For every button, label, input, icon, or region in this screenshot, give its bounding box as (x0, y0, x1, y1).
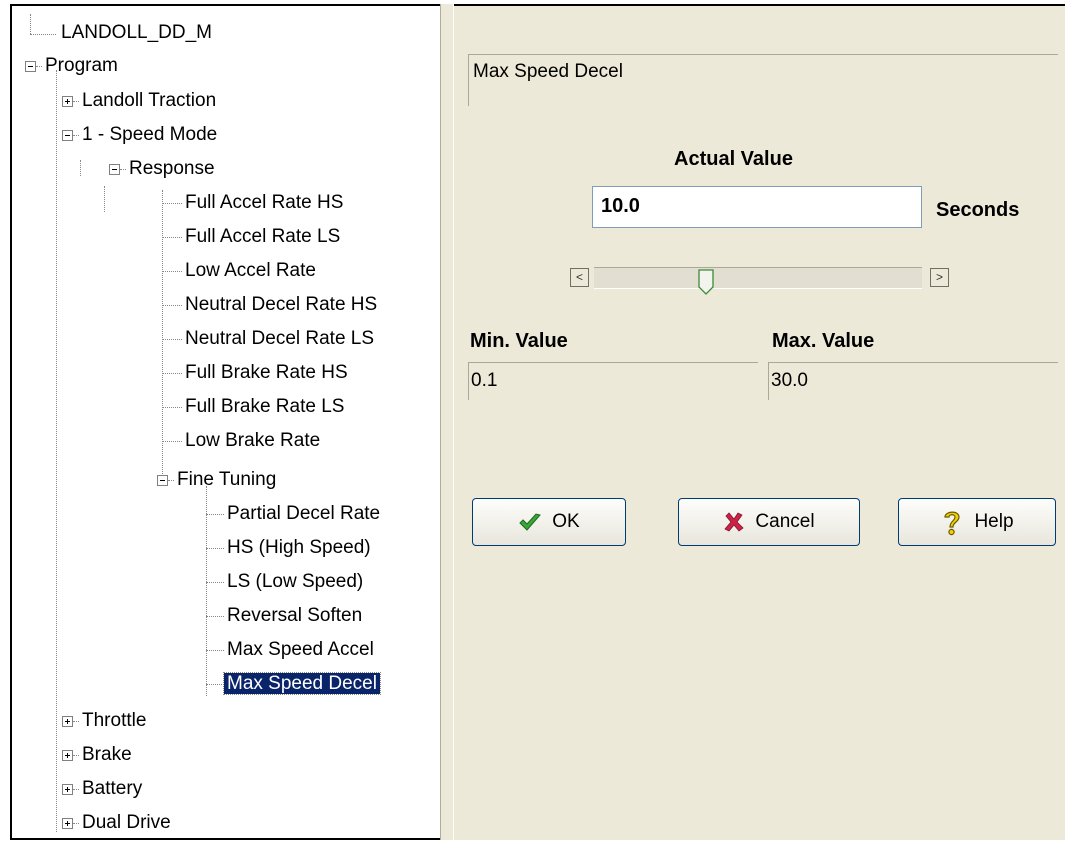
min-value-field: 0.1 (468, 362, 758, 400)
tree-node-battery[interactable]: Battery (79, 775, 145, 803)
expand-toggle-icon[interactable] (62, 750, 73, 761)
tree-node-dual-drive[interactable]: Dual Drive (79, 809, 174, 837)
tree-node-fine-tuning[interactable]: Fine Tuning (174, 466, 279, 494)
slider-thumb[interactable] (698, 269, 714, 295)
expand-toggle-icon[interactable] (62, 96, 73, 107)
max-value-field: 30.0 (768, 362, 1058, 400)
collapse-toggle-icon[interactable] (25, 61, 36, 72)
tree-node-max-speed-accel[interactable]: Max Speed Accel (224, 636, 377, 664)
slider-left-arrow-icon[interactable]: < (570, 268, 589, 287)
expand-toggle-icon[interactable] (62, 716, 73, 727)
expand-toggle-icon[interactable] (62, 784, 73, 795)
expand-toggle-icon[interactable] (62, 818, 73, 829)
collapse-toggle-icon[interactable] (157, 475, 168, 486)
help-button[interactable]: Help (898, 498, 1056, 546)
tree-node-reversal-soften[interactable]: Reversal Soften (224, 602, 365, 630)
tree-node-full-accel-rate-ls[interactable]: Full Accel Rate LS (182, 223, 343, 251)
parameter-panel: Max Speed Decel Actual Value 10.0 Second… (454, 4, 1065, 840)
tree-node-neutral-decel-rate-hs[interactable]: Neutral Decel Rate HS (182, 291, 380, 319)
collapse-toggle-icon[interactable] (109, 164, 120, 175)
tree-node-root[interactable]: LANDOLL_DD_M (58, 19, 215, 47)
tree-node-neutral-decel-rate-ls[interactable]: Neutral Decel Rate LS (182, 325, 377, 353)
tree-node-low-accel-rate[interactable]: Low Accel Rate (182, 257, 319, 285)
collapse-toggle-icon[interactable] (62, 130, 73, 141)
panel-splitter[interactable] (440, 4, 454, 840)
cancel-x-icon (724, 512, 745, 532)
slider-right-arrow-icon[interactable]: > (930, 268, 949, 287)
window-edge (1065, 4, 1077, 840)
tree-node-speed-mode[interactable]: 1 - Speed Mode (79, 121, 220, 149)
tree-node-max-speed-decel[interactable]: Max Speed Decel (223, 670, 381, 698)
ok-button[interactable]: OK (472, 498, 626, 546)
units-label: Seconds (936, 199, 1020, 221)
checkmark-icon (519, 513, 542, 531)
tree-node-brake[interactable]: Brake (79, 741, 135, 769)
min-value-label: Min. Value (470, 330, 568, 352)
tree-node-hs-high-speed[interactable]: HS (High Speed) (224, 534, 374, 562)
cancel-button[interactable]: Cancel (678, 498, 860, 546)
tree-node-low-brake-rate[interactable]: Low Brake Rate (182, 427, 323, 455)
tree-node-full-accel-rate-hs[interactable]: Full Accel Rate HS (182, 189, 346, 217)
parameter-title: Max Speed Decel (468, 54, 1058, 106)
tree-node-full-brake-rate-hs[interactable]: Full Brake Rate HS (182, 359, 351, 387)
tree-node-landoll-traction[interactable]: Landoll Traction (79, 87, 219, 115)
tree-node-program[interactable]: Program (42, 52, 121, 80)
tree-node-full-brake-rate-ls[interactable]: Full Brake Rate LS (182, 393, 347, 421)
actual-value-input[interactable]: 10.0 (592, 186, 922, 228)
tree-node-throttle[interactable]: Throttle (79, 707, 149, 735)
tree-node-response[interactable]: Response (126, 155, 218, 183)
tree-node-ls-low-speed[interactable]: LS (Low Speed) (224, 568, 366, 596)
tree-node-partial-decel-rate[interactable]: Partial Decel Rate (224, 500, 383, 528)
max-value-label: Max. Value (772, 330, 875, 352)
parameter-tree[interactable]: LANDOLL_DD_M Program Landoll Traction 1 … (10, 4, 440, 840)
help-question-icon (944, 511, 961, 536)
actual-value-label: Actual Value (674, 148, 793, 170)
value-slider[interactable] (594, 267, 922, 295)
